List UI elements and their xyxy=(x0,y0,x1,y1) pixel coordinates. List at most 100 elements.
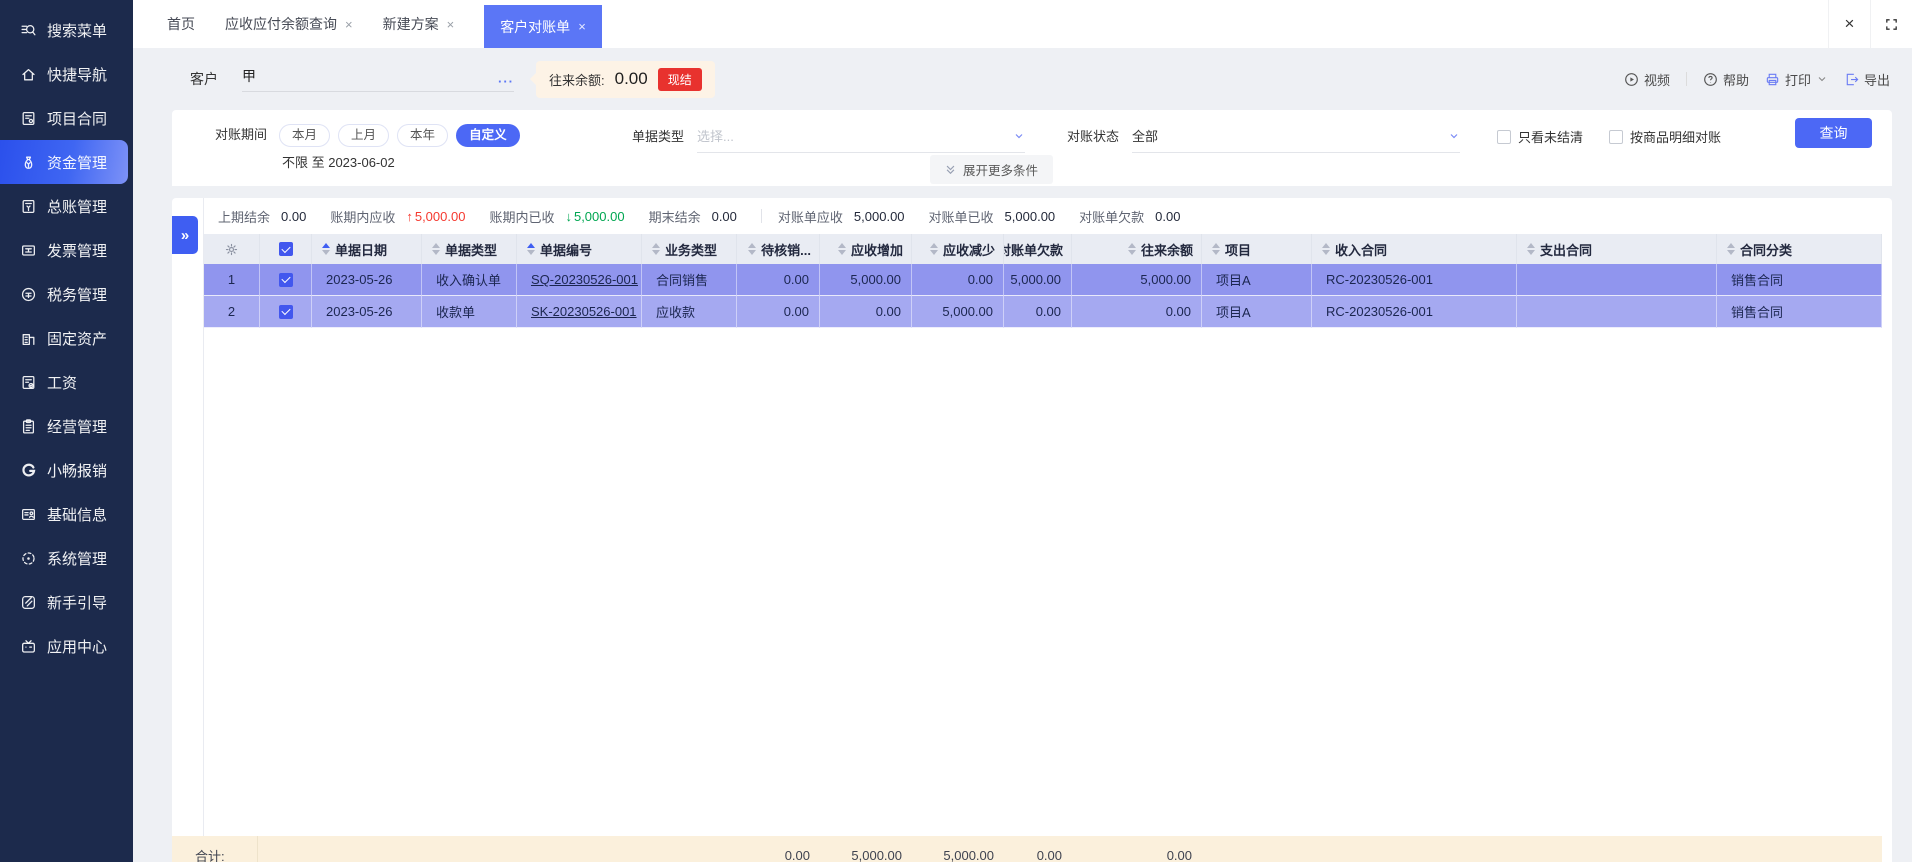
table-row-1[interactable]: 1 2023-05-26 收入确认单 SQ-20230526-001 合同销售 0.00 5… xyxy=(204,264,1882,296)
print-button[interactable]: 打印 xyxy=(1765,70,1828,89)
export-icon xyxy=(1846,73,1859,85)
sort-icon[interactable] xyxy=(1322,243,1330,255)
more-options-button[interactable]: ··· xyxy=(498,75,514,88)
column-header-docno[interactable]: 单据编号 xyxy=(517,234,642,264)
filter-checkboxes: 只看未结清 按商品明细对账 xyxy=(1497,127,1721,146)
cell-value: RC-20230526-001 xyxy=(1326,304,1433,319)
column-header-ar_inc[interactable]: 应收增加 xyxy=(820,234,912,264)
status-select[interactable]: 全部 xyxy=(1132,126,1461,153)
sidebar-item-expense[interactable]: 小畅报销 xyxy=(0,448,133,492)
sidebar-item-salary[interactable]: 工资 xyxy=(0,360,133,404)
help-button[interactable]: 帮助 xyxy=(1703,70,1749,89)
sidebar-item-app-center[interactable]: 应用中心 xyxy=(0,624,133,668)
column-header-contract_class[interactable]: 合同分类 xyxy=(1717,234,1882,264)
column-header-date[interactable]: 单据日期 xyxy=(312,234,422,264)
tab-1[interactable]: 应收应付余额查询 × xyxy=(225,0,353,48)
video-button[interactable]: 视频 xyxy=(1624,70,1670,89)
fullscreen-button[interactable] xyxy=(1870,0,1912,48)
column-header-owed[interactable]: 对账单欠款 xyxy=(1004,234,1072,264)
column-header-expense_contract[interactable]: 支出合同 xyxy=(1517,234,1717,264)
row-checkbox[interactable] xyxy=(278,272,293,287)
gear-icon[interactable] xyxy=(224,242,239,257)
period-pill[interactable]: 本年 xyxy=(397,124,449,147)
sort-icon[interactable] xyxy=(1127,243,1136,255)
doc-number-link[interactable]: SQ-20230526-001 xyxy=(531,272,638,287)
sidebar-item-base-info[interactable]: 基础信息 xyxy=(0,492,133,536)
sort-icon[interactable] xyxy=(652,243,660,255)
totals-row: 合计: 0.00 5,000.00 5,000.00 0.00 0.00 xyxy=(172,836,1882,862)
sidebar-item-fixed-assets[interactable]: 固定资产 xyxy=(0,316,133,360)
sort-icon[interactable] xyxy=(837,243,846,255)
sidebar-item-label: 税务管理 xyxy=(47,286,108,304)
sort-icon[interactable] xyxy=(748,243,757,255)
column-label: 应收增加 xyxy=(850,242,903,258)
summary-item: 对账单已收 5,000.00 xyxy=(929,207,1056,226)
settlement-badge[interactable]: 现结 xyxy=(657,67,702,91)
column-header-check[interactable] xyxy=(260,234,312,264)
doc-type-select[interactable]: 选择... xyxy=(697,126,1026,153)
sidebar-item-search-menu[interactable]: 搜索菜单 xyxy=(0,8,133,52)
sort-icon[interactable] xyxy=(432,243,440,255)
cell-value: 项目A xyxy=(1216,273,1251,288)
summary-label: 上期结余 xyxy=(218,209,271,225)
column-header-balance[interactable]: 往来余额 xyxy=(1072,234,1202,264)
sidebar-item-quick-nav[interactable]: 快捷导航 xyxy=(0,52,133,96)
sidebar-item-funds-management[interactable]: 资金管理 xyxy=(0,140,128,184)
select-all-checkbox[interactable] xyxy=(278,242,293,256)
column-header-ar_dec[interactable]: 应收减少 xyxy=(912,234,1004,264)
sort-icon[interactable] xyxy=(1727,243,1735,255)
period-pill[interactable]: 自定义 xyxy=(456,124,520,147)
sidebar-item-tax-management[interactable]: 税务管理 xyxy=(0,272,133,316)
column-header-gear[interactable] xyxy=(204,234,260,264)
period-pill[interactable]: 上月 xyxy=(338,124,390,147)
cell-value: 5,000.00 xyxy=(942,304,993,319)
tab-close-icon[interactable]: × xyxy=(578,19,586,34)
cell-check xyxy=(260,296,312,328)
sidebar-item-project-contract[interactable]: 项目合同 xyxy=(0,96,133,140)
period-range-field[interactable]: 不限 至 2023-06-02 xyxy=(282,152,395,171)
search-button[interactable]: 查询 xyxy=(1795,118,1872,148)
row-checkbox[interactable] xyxy=(278,304,293,319)
sort-icon[interactable] xyxy=(929,243,938,255)
sidebar-item-system-management[interactable]: 系统管理 xyxy=(0,536,133,580)
sidebar-item-invoice-management[interactable]: 发票管理 xyxy=(0,228,133,272)
filter-checkbox[interactable]: 只看未结清 xyxy=(1497,127,1583,146)
column-header-income_contract[interactable]: 收入合同 xyxy=(1312,234,1517,264)
collapse-panel-button[interactable]: » xyxy=(172,216,198,254)
doc-number-link[interactable]: SK-20230526-001 xyxy=(531,304,637,319)
system-icon xyxy=(20,550,37,567)
tab-0[interactable]: 首页 xyxy=(167,0,195,48)
sidebar-item-novice-guide[interactable]: 新手引导 xyxy=(0,580,133,624)
column-header-project[interactable]: 项目 xyxy=(1202,234,1312,264)
tab-2[interactable]: 新建方案 × xyxy=(383,0,455,48)
cell-value: 0.00 xyxy=(1165,304,1191,319)
period-pill[interactable]: 本月 xyxy=(279,124,331,147)
cell-value: 项目A xyxy=(1216,305,1251,320)
cell-ar_dec: 0.00 xyxy=(912,264,1004,296)
table-row-2[interactable]: 2 2023-05-26 收款单 SK-20230526-001 应收款 0.00 0.00… xyxy=(204,296,1882,328)
filter-checkbox[interactable]: 按商品明细对账 xyxy=(1609,127,1721,146)
sidebar-item-general-ledger[interactable]: 总账管理 xyxy=(0,184,133,228)
sort-icon[interactable] xyxy=(1527,243,1535,255)
tab-3[interactable]: 客户对账单 × xyxy=(484,5,602,48)
sidebar-item-label: 项目合同 xyxy=(47,110,108,128)
sort-icon[interactable] xyxy=(322,243,330,255)
cell-date: 2023-05-26 xyxy=(312,264,422,296)
fullscreen-icon xyxy=(1886,18,1897,30)
column-header-doctype[interactable]: 单据类型 xyxy=(422,234,517,264)
cell-gear: 2 xyxy=(204,296,260,328)
expand-more-button[interactable]: 展开更多条件 xyxy=(930,155,1054,184)
export-button[interactable]: 导出 xyxy=(1844,70,1890,89)
sort-icon[interactable] xyxy=(527,243,535,255)
customer-field[interactable]: 甲 ··· xyxy=(242,66,514,92)
tab-close-icon[interactable]: × xyxy=(345,17,353,32)
sidebar-item-operations[interactable]: 经营管理 xyxy=(0,404,133,448)
guide-icon xyxy=(20,594,37,611)
column-header-biztype[interactable]: 业务类型 xyxy=(642,234,737,264)
tab-close-icon[interactable]: × xyxy=(447,17,455,32)
close-window-button[interactable]: × xyxy=(1828,0,1870,48)
print-icon xyxy=(1766,73,1779,85)
sort-icon[interactable] xyxy=(1212,243,1220,255)
sidebar-item-label: 搜索菜单 xyxy=(47,22,108,40)
column-header-pending[interactable]: 待核销... xyxy=(737,234,820,264)
